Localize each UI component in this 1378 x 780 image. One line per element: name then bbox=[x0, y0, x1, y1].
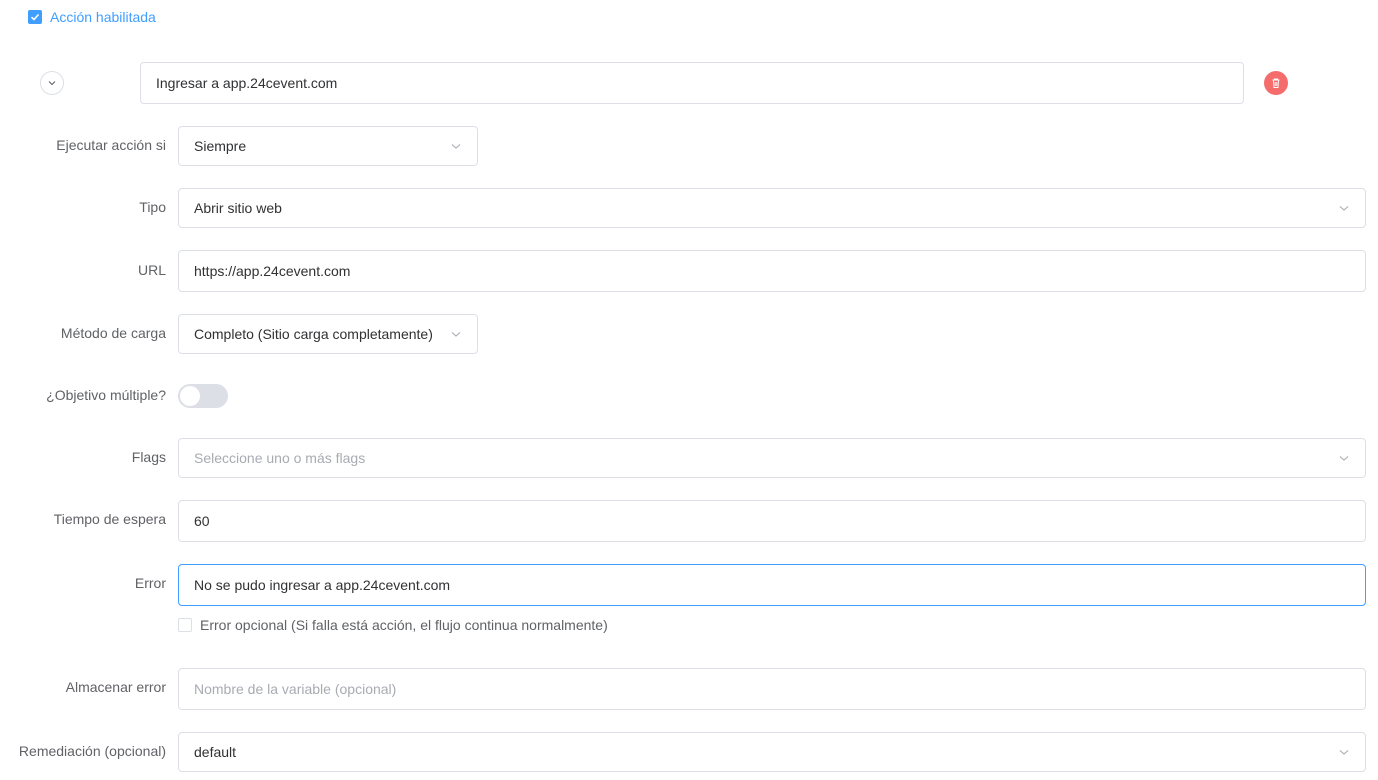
trash-icon bbox=[1272, 78, 1280, 88]
action-name-value: Ingresar a app.24cevent.com bbox=[156, 75, 338, 91]
multiple-target-label: ¿Objetivo múltiple? bbox=[46, 387, 166, 403]
multiple-target-switch[interactable] bbox=[178, 384, 228, 408]
checkbox-box[interactable] bbox=[178, 618, 192, 632]
optional-error-checkbox[interactable]: Error opcional (Si falla está acción, el… bbox=[178, 617, 608, 633]
load-method-label: Método de carga bbox=[60, 325, 166, 341]
type-select[interactable]: Abrir sitio web bbox=[178, 188, 1366, 228]
chevron-down-icon bbox=[48, 81, 56, 86]
action-enabled-label: Acción habilitada bbox=[50, 9, 156, 25]
flags-label: Flags bbox=[131, 449, 166, 465]
chevron-down-icon bbox=[451, 332, 461, 337]
url-input[interactable]: https://app.24cevent.com bbox=[178, 250, 1366, 292]
timeout-label: Tiempo de espera bbox=[53, 511, 166, 527]
execute-if-label: Ejecutar acción si bbox=[56, 137, 166, 153]
flags-select[interactable]: Seleccione uno o más flags bbox=[178, 438, 1366, 478]
load-method-select[interactable]: Completo (Sitio carga completamente) bbox=[178, 314, 478, 354]
chevron-down-icon bbox=[451, 144, 461, 149]
url-label: URL bbox=[137, 262, 166, 278]
flags-placeholder: Seleccione uno o más flags bbox=[194, 450, 366, 466]
store-error-placeholder: Nombre de la variable (opcional) bbox=[194, 681, 397, 697]
error-message-input[interactable]: No se pudo ingresar a app.24cevent.com bbox=[178, 564, 1366, 606]
error-label: Error bbox=[134, 575, 166, 591]
check-icon bbox=[30, 13, 40, 21]
remediation-label: Remediación (opcional) bbox=[18, 743, 166, 759]
store-error-label: Almacenar error bbox=[65, 679, 166, 695]
delete-action-button[interactable] bbox=[1264, 71, 1288, 95]
type-value: Abrir sitio web bbox=[194, 200, 282, 216]
load-method-value: Completo (Sitio carga completamente) bbox=[194, 326, 433, 342]
timeout-value: 60 bbox=[194, 513, 210, 529]
action-enabled-checkbox[interactable]: Acción habilitada bbox=[28, 9, 156, 25]
type-label: Tipo bbox=[139, 199, 166, 215]
action-name-input[interactable]: Ingresar a app.24cevent.com bbox=[140, 62, 1244, 104]
collapse-button[interactable] bbox=[40, 71, 64, 95]
chevron-down-icon bbox=[1339, 750, 1349, 755]
store-error-input[interactable]: Nombre de la variable (opcional) bbox=[178, 668, 1366, 710]
execute-if-select[interactable]: Siempre bbox=[178, 126, 478, 166]
remediation-select[interactable]: default bbox=[178, 732, 1366, 772]
checkbox-box[interactable] bbox=[28, 10, 42, 24]
switch-knob bbox=[180, 386, 200, 406]
url-value: https://app.24cevent.com bbox=[194, 263, 351, 279]
remediation-value: default bbox=[194, 744, 237, 760]
chevron-down-icon bbox=[1339, 456, 1349, 461]
error-message-value: No se pudo ingresar a app.24cevent.com bbox=[194, 577, 451, 593]
optional-error-label: Error opcional (Si falla está acción, el… bbox=[200, 617, 608, 633]
timeout-input[interactable]: 60 bbox=[178, 500, 1366, 542]
chevron-down-icon bbox=[1339, 206, 1349, 211]
execute-if-value: Siempre bbox=[194, 138, 247, 154]
